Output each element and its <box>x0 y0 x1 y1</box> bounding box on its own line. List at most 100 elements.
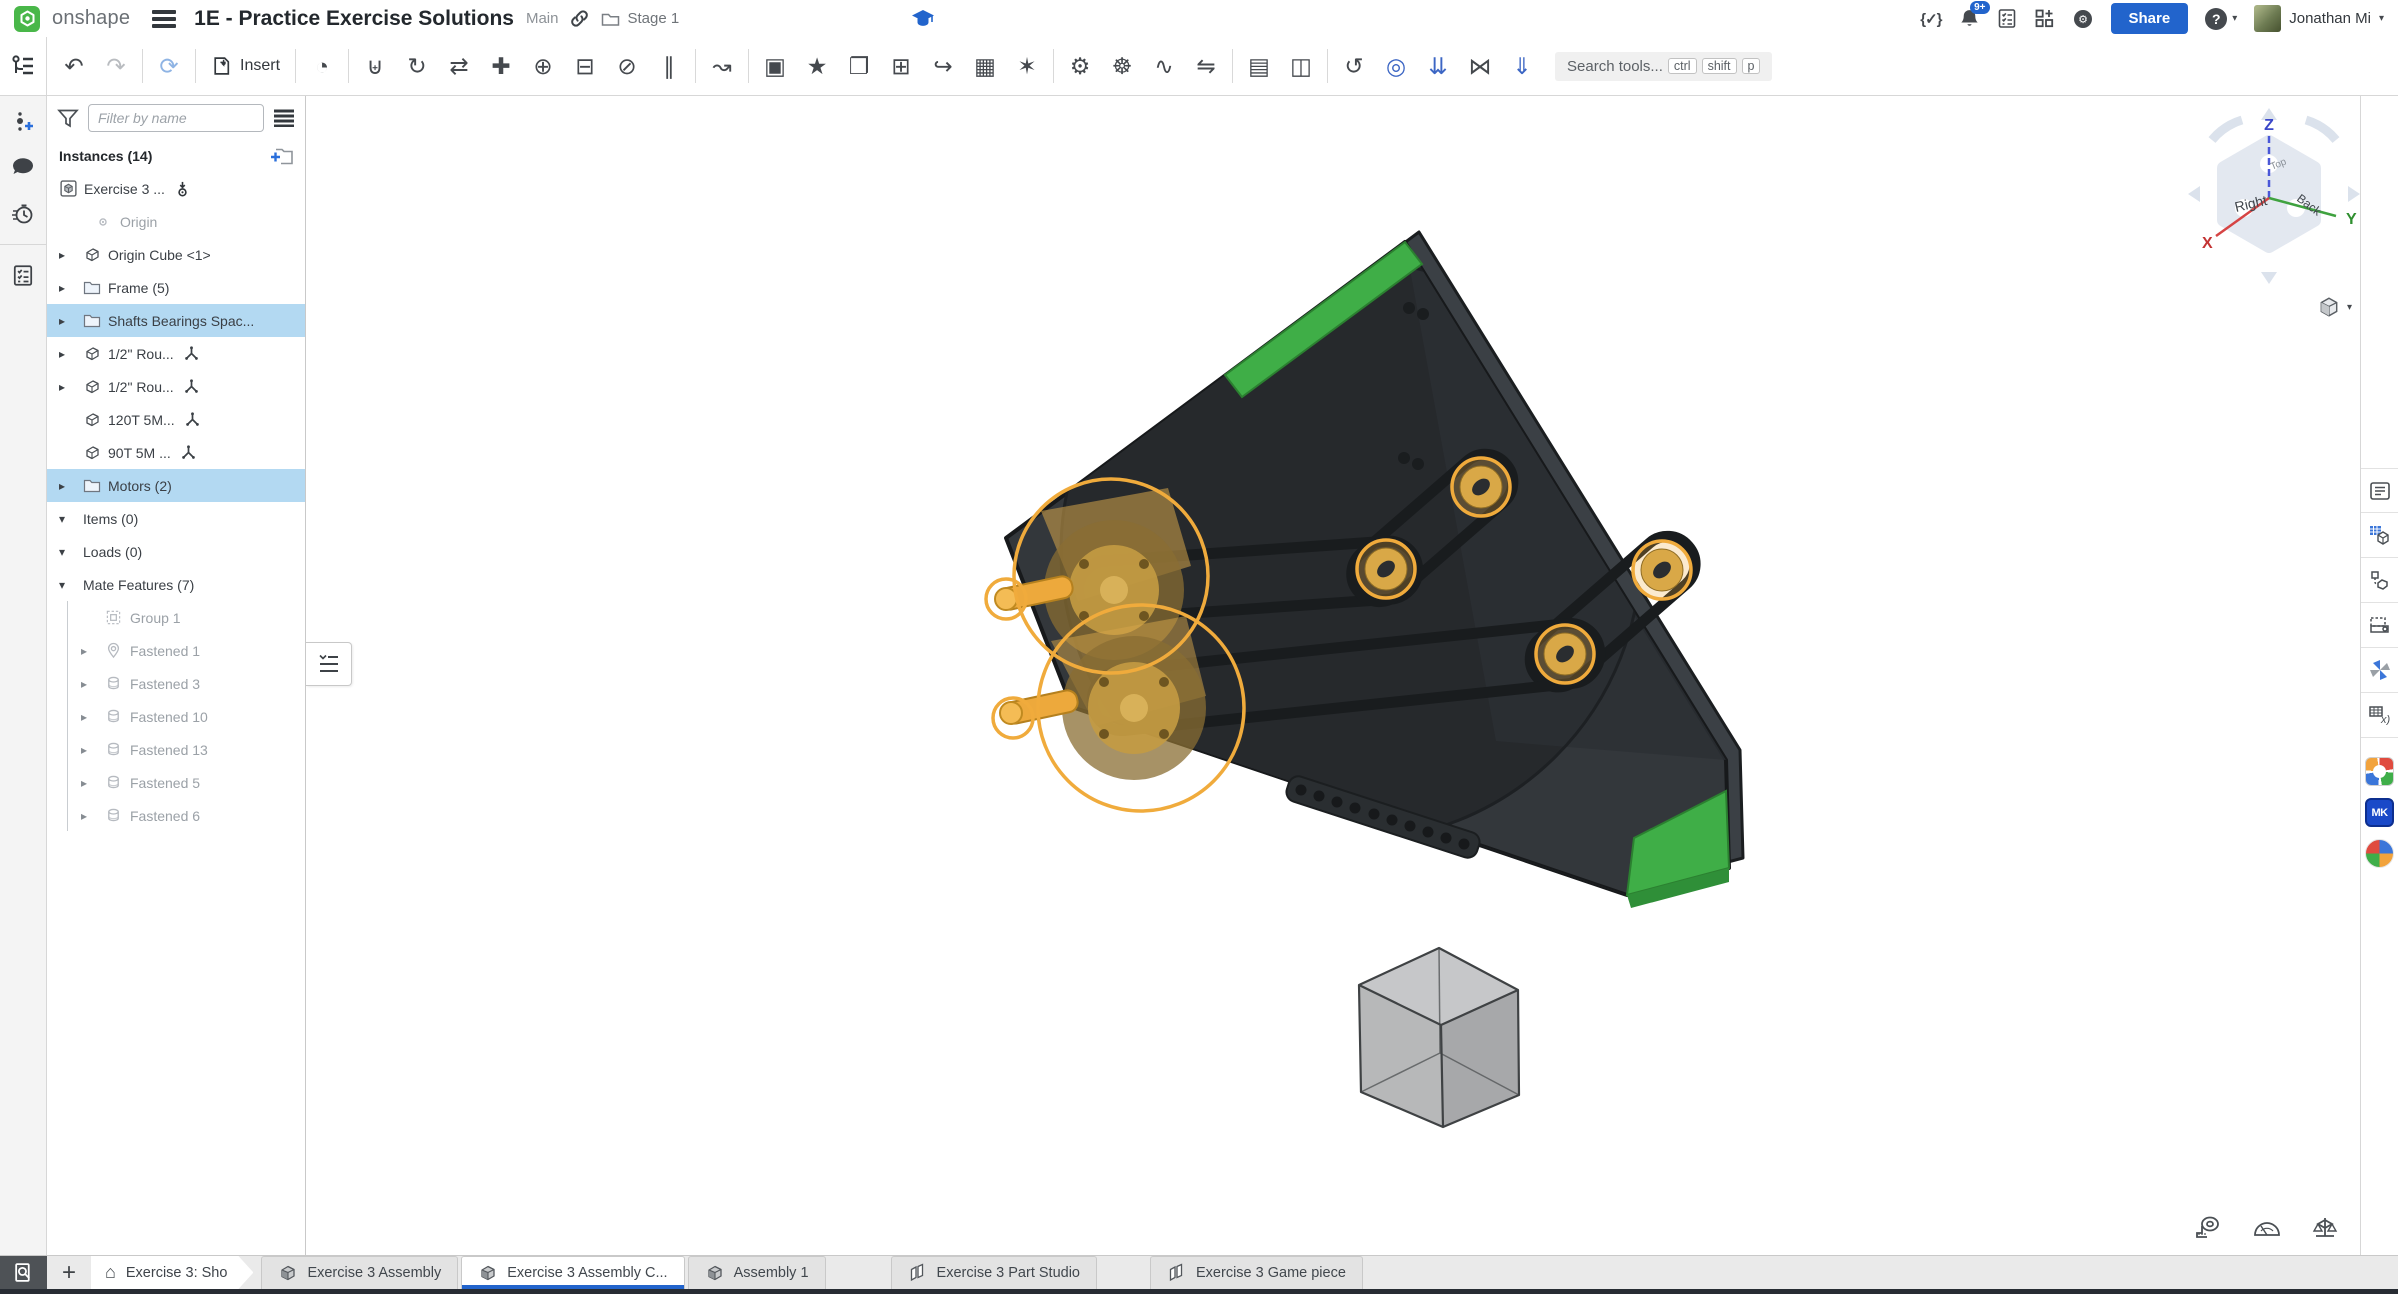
user-menu[interactable]: Jonathan Mi ▾ <box>2254 5 2384 32</box>
drop-tool-icon[interactable]: ⇊ <box>1417 45 1459 87</box>
tree-row-fastened-6[interactable]: ▸ Fastened 6 <box>47 799 305 832</box>
ai-assistant-icon[interactable]: ⚙ <box>2072 8 2094 30</box>
mate-icon[interactable]: ◔ <box>301 45 343 87</box>
chevron-right-icon[interactable]: ▸ <box>81 809 105 823</box>
list-view-icon[interactable] <box>273 109 295 127</box>
new-tab-button[interactable]: + <box>47 1256 91 1289</box>
model-tree-panel-icon[interactable] <box>2361 468 2398 513</box>
tab-breadcrumb-home[interactable]: ⌂ Exercise 3: Sho <box>91 1256 253 1289</box>
chevron-right-icon[interactable]: ▸ <box>81 743 105 757</box>
app-icon-1[interactable] <box>2365 757 2394 786</box>
fastened-mate-icon[interactable]: ⊎ <box>354 45 396 87</box>
custom-tables-panel-icon[interactable]: x) <box>2361 693 2398 738</box>
tree-section-mate-features[interactable]: ▾ Mate Features (7) <box>47 568 305 601</box>
chevron-right-icon[interactable]: ▸ <box>59 347 83 361</box>
slider-mate-icon[interactable]: ⇄ <box>438 45 480 87</box>
sync-icon[interactable]: ⟳ <box>148 45 190 87</box>
view-options-button[interactable]: ▾ <box>2318 296 2352 318</box>
share-link-icon[interactable] <box>570 9 589 28</box>
replicate-icon[interactable]: ❐ <box>838 45 880 87</box>
bom-icon[interactable]: ▤ <box>1238 45 1280 87</box>
tree-row-origin[interactable]: Origin <box>47 205 305 238</box>
spin-tool-icon[interactable]: ◎ <box>1375 45 1417 87</box>
tree-row-motors-folder[interactable]: ▸ Motors (2) <box>47 469 305 502</box>
tree-row-exercise3-assembly[interactable]: Exercise 3 ... <box>47 172 305 205</box>
app-icon-2[interactable] <box>2365 839 2394 868</box>
tab-exercise3-assembly[interactable]: Exercise 3 Assembly <box>261 1256 459 1289</box>
bom-table-panel-icon[interactable] <box>2361 513 2398 558</box>
search-tabs-button[interactable] <box>0 1256 47 1289</box>
ball-mate-icon[interactable]: ⊕ <box>522 45 564 87</box>
workspace-name[interactable]: Main <box>526 10 559 27</box>
settle-tool-icon[interactable]: ⇓ <box>1501 45 1543 87</box>
tab-exercise3-game-piece[interactable]: Exercise 3 Game piece <box>1150 1256 1363 1289</box>
assembly-tree-panel-tab[interactable] <box>0 37 47 95</box>
tab-exercise3-part-studio[interactable]: Exercise 3 Part Studio <box>890 1256 1097 1289</box>
tree-row-fastened-1[interactable]: ▸ Fastened 1 <box>47 634 305 667</box>
chevron-right-icon[interactable]: ▸ <box>59 248 83 262</box>
checklist-panel-icon[interactable] <box>4 257 42 293</box>
app-icon-mk[interactable]: MK <box>2365 798 2394 827</box>
tree-row-half-inch-round-2[interactable]: ▸ 1/2" Rou... <box>47 370 305 403</box>
insert-button[interactable]: Insert <box>201 55 290 77</box>
undo-icon[interactable]: ↶ <box>53 45 95 87</box>
main-menu-icon[interactable] <box>152 9 177 28</box>
tree-row-half-inch-round-1[interactable]: ▸ 1/2" Rou... <box>47 337 305 370</box>
chevron-right-icon[interactable]: ▸ <box>81 776 105 790</box>
tangent-mate-icon[interactable]: ↝ <box>701 45 743 87</box>
rack-pinion-relation-icon[interactable]: ☸ <box>1101 45 1143 87</box>
filter-funnel-icon[interactable] <box>57 108 79 129</box>
transfer-icon[interactable]: ↪ <box>922 45 964 87</box>
history-timer-icon[interactable] <box>4 196 42 232</box>
chevron-right-icon[interactable]: ▸ <box>59 314 83 328</box>
chevron-right-icon[interactable]: ▸ <box>59 281 83 295</box>
free-rotate-icon[interactable]: ↺ <box>1333 45 1375 87</box>
breadcrumb[interactable]: Stage 1 <box>601 10 679 27</box>
chevron-right-icon[interactable]: ▸ <box>59 380 83 394</box>
named-views-icon[interactable]: ★ <box>796 45 838 87</box>
chevron-down-icon[interactable]: ▾ <box>59 578 83 592</box>
tape-measure-icon[interactable] <box>2194 1215 2224 1241</box>
tree-section-items[interactable]: ▾ Items (0) <box>47 502 305 535</box>
gear-relation-icon[interactable]: ⚙ <box>1059 45 1101 87</box>
help-menu[interactable]: ? ▾ <box>2205 7 2237 30</box>
tree-row-fastened-13[interactable]: ▸ Fastened 13 <box>47 733 305 766</box>
comments-icon[interactable] <box>4 150 42 186</box>
tab-assembly-1[interactable]: Assembly 1 <box>687 1256 826 1289</box>
parallel-mate-icon[interactable]: ∥ <box>648 45 690 87</box>
collapse-panel-button[interactable] <box>306 642 352 686</box>
screw-relation-icon[interactable]: ∿ <box>1143 45 1185 87</box>
chevron-right-icon[interactable]: ▸ <box>59 479 83 493</box>
document-title[interactable]: 1E - Practice Exercise Solutions <box>194 7 514 31</box>
mass-properties-icon[interactable] <box>2310 1215 2340 1241</box>
belt-relation-icon[interactable]: ⇋ <box>1185 45 1227 87</box>
pinwheel-panel-icon[interactable] <box>2361 648 2398 693</box>
share-button[interactable]: Share <box>2110 3 2189 34</box>
tree-row-fastened-5[interactable]: ▸ Fastened 5 <box>47 766 305 799</box>
redo-icon[interactable]: ↷ <box>95 45 137 87</box>
search-tools[interactable]: Search tools... ctrl shift p <box>1555 51 1773 81</box>
dimensions-panel-icon[interactable] <box>2361 603 2398 648</box>
tree-row-fastened-10[interactable]: ▸ Fastened 10 <box>47 700 305 733</box>
graphics-viewport[interactable]: Z Y X Top Right Back ▾ <box>306 96 2360 1255</box>
tree-section-loads[interactable]: ▾ Loads (0) <box>47 535 305 568</box>
motor-2-highlighted[interactable] <box>999 616 1206 780</box>
chevron-down-icon[interactable]: ▾ <box>59 512 83 526</box>
exploded-view-icon[interactable]: ✶ <box>1006 45 1048 87</box>
filter-input[interactable] <box>88 104 264 132</box>
chevron-down-icon[interactable]: ▾ <box>59 545 83 559</box>
add-to-folder-icon[interactable] <box>269 145 293 168</box>
group-tool-icon[interactable]: ▣ <box>754 45 796 87</box>
tasks-icon[interactable] <box>1997 8 2017 29</box>
configurations-panel-icon[interactable] <box>2361 558 2398 603</box>
tree-row-shafts-bearings-folder[interactable]: ▸ Shafts Bearings Spac... <box>47 304 305 337</box>
revolute-mate-icon[interactable]: ↻ <box>396 45 438 87</box>
tree-row-120t-gear[interactable]: 120T 5M... <box>47 403 305 436</box>
onshape-logo-icon[interactable] <box>14 5 40 32</box>
tab-exercise3-assembly-copy[interactable]: Exercise 3 Assembly C... <box>461 1256 685 1289</box>
snap-tool-icon[interactable]: ⋈ <box>1459 45 1501 87</box>
versions-add-icon[interactable] <box>4 104 42 140</box>
tree-row-90t-gear[interactable]: 90T 5M ... <box>47 436 305 469</box>
chevron-right-icon[interactable]: ▸ <box>81 677 105 691</box>
cylindrical-mate-icon[interactable]: ⊘ <box>606 45 648 87</box>
